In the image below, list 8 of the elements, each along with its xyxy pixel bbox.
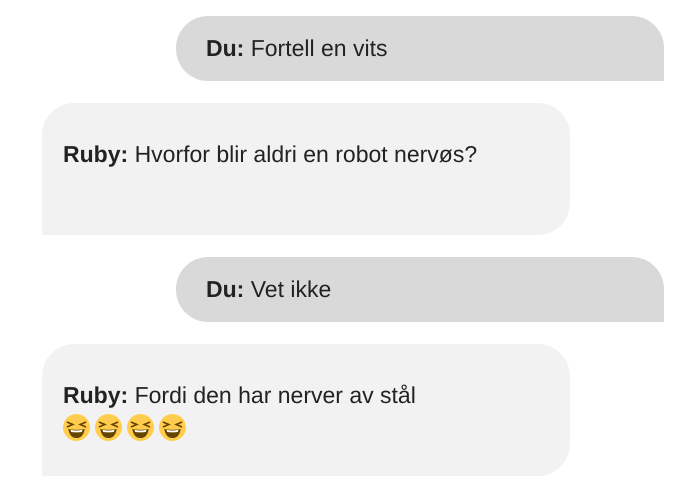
laughing-face-icon [63,414,90,441]
laughing-face-icon [127,414,154,441]
laughing-face-icon [159,414,186,441]
message-text: Du: Fortell en vits [206,35,388,62]
message-text: Ruby: Hvorfor blir aldri en robot nervøs? [63,141,478,167]
message-text: Ruby: Fordi den har nerver av stål [63,382,416,408]
laughing-face-icon [95,414,122,441]
message-text: Du: Vet ikke [206,276,332,302]
